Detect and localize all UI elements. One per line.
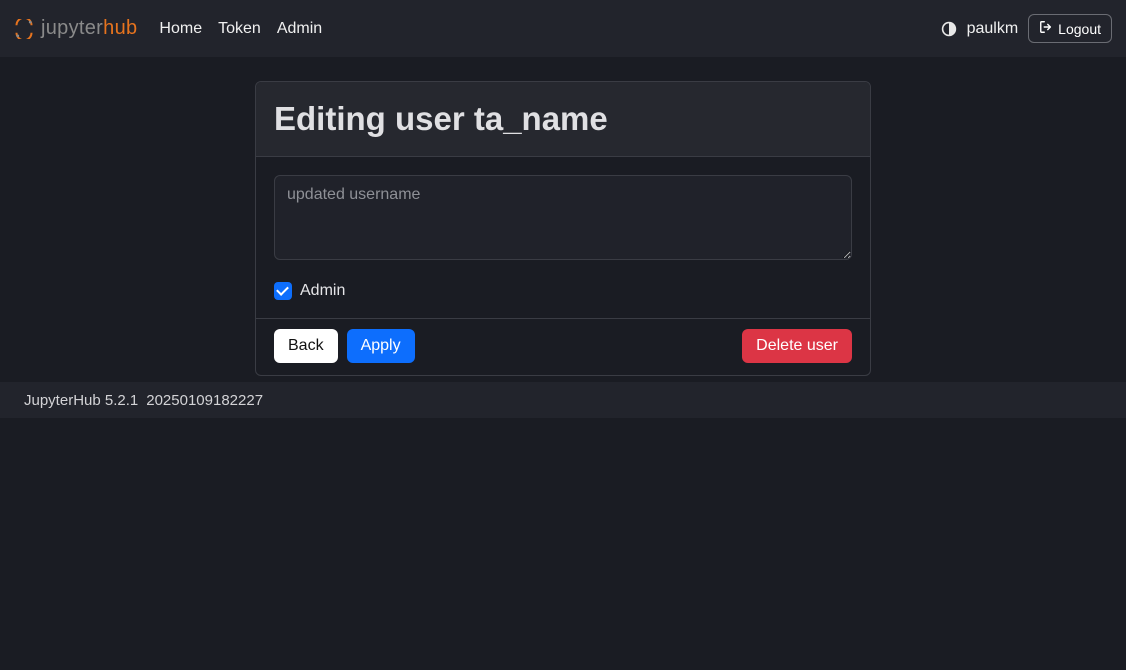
card-body: Admin — [256, 157, 870, 319]
footer-version: JupyterHub 5.2.1 — [24, 392, 138, 409]
current-username: paulkm — [967, 20, 1019, 38]
logout-label: Logout — [1058, 21, 1101, 37]
card-title: Editing user ta_name — [274, 100, 852, 138]
footer-timestamp: 20250109182227 — [146, 392, 263, 409]
admin-label: Admin — [300, 282, 345, 300]
admin-checkbox[interactable] — [274, 282, 292, 300]
brand-text: jupyterhub — [41, 17, 137, 40]
username-input[interactable] — [274, 175, 852, 260]
theme-toggle-icon[interactable] — [941, 21, 957, 37]
footer-strip: JupyterHub 5.2.1 20250109182227 — [0, 382, 1126, 418]
apply-button[interactable]: Apply — [347, 329, 415, 363]
jupyter-logo-icon — [14, 19, 34, 39]
page-body: Editing user ta_name Admin Back Apply De… — [0, 57, 1126, 376]
navbar: jupyterhub Home Token Admin paulkm Logou… — [0, 0, 1126, 57]
nav-admin[interactable]: Admin — [277, 20, 322, 38]
card-footer: Back Apply Delete user — [256, 319, 870, 375]
logout-icon — [1039, 20, 1053, 37]
back-button[interactable]: Back — [274, 329, 338, 363]
card-header: Editing user ta_name — [256, 82, 870, 157]
delete-user-button[interactable]: Delete user — [742, 329, 852, 363]
logout-button[interactable]: Logout — [1028, 14, 1112, 43]
nav-links: Home Token Admin — [159, 20, 322, 38]
brand[interactable]: jupyterhub — [14, 17, 137, 40]
nav-token[interactable]: Token — [218, 20, 261, 38]
brand-hub: hub — [103, 17, 137, 39]
edit-user-card: Editing user ta_name Admin Back Apply De… — [255, 81, 871, 376]
brand-jupyter: jupyter — [41, 17, 103, 39]
user-block: paulkm Logout — [941, 14, 1112, 43]
nav-home[interactable]: Home — [159, 20, 202, 38]
admin-row: Admin — [274, 282, 852, 300]
